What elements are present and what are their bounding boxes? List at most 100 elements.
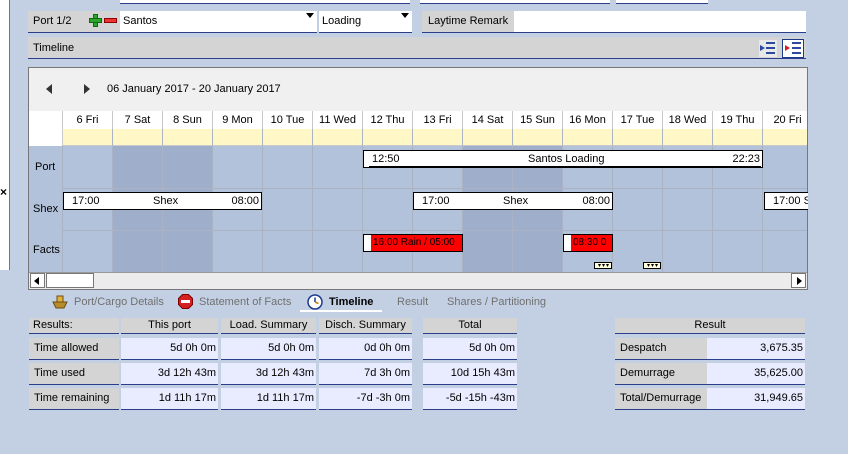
day-header: 15 Sun: [513, 111, 563, 129]
result-box-header: Result: [615, 318, 805, 334]
day-header-strip: [413, 129, 463, 146]
shex-bar[interactable]: 17:00 S: [764, 192, 808, 210]
left-close-icon[interactable]: ×: [0, 186, 8, 198]
timeline-nav-prev-icon[interactable]: [46, 84, 52, 94]
shex-bar-start: 17:00: [422, 195, 450, 207]
results-total-cell: -5d -15h -43m: [423, 388, 517, 410]
operation-select[interactable]: Loading: [319, 11, 412, 33]
laytime-remark-input[interactable]: [514, 11, 806, 33]
day-header: 18 Wed: [663, 111, 713, 129]
port-bar-start: 12:50: [372, 153, 400, 165]
results-row-label: Time remaining: [29, 388, 119, 410]
results-value-cell: 7d 3h 0m: [319, 363, 412, 385]
result-box-value: 31,949.65: [707, 388, 805, 410]
expand-fact-icon[interactable]: [594, 262, 612, 269]
port-name-select[interactable]: Santos: [120, 11, 317, 33]
timeline-title: Timeline: [33, 42, 75, 54]
results-col-header: Disch. Summary: [319, 318, 412, 334]
operation-dropdown-arrow-icon[interactable]: [401, 13, 409, 18]
active-tab-underline: [300, 310, 382, 312]
expand-fact-icon[interactable]: [643, 262, 661, 269]
results-col-header: This port: [121, 318, 218, 334]
row-divider: [29, 230, 807, 231]
port-dropdown-arrow-icon[interactable]: [306, 13, 314, 18]
fact-bar[interactable]: 08:30 0: [563, 234, 613, 252]
port-bar-label: Santos Loading: [528, 153, 605, 165]
tab-bar: Port/Cargo Details Statement of Facts Ti…: [0, 294, 848, 310]
timeline-date-range: 06 January 2017 - 20 January 2017: [107, 83, 281, 95]
left-window-edge: [0, 0, 10, 270]
day-header: 12 Thu: [363, 111, 413, 129]
results-value-cell: -7d -3h 0m: [319, 388, 412, 410]
total-header-text: Total: [458, 319, 482, 331]
day-header: 11 Wed: [313, 111, 363, 129]
port-bar-end: 22:23: [732, 153, 760, 165]
day-header: 20 Fri: [763, 111, 807, 129]
day-column: [263, 146, 313, 272]
remove-port-icon[interactable]: [104, 18, 117, 24]
tab-port-cargo[interactable]: Port/Cargo Details: [74, 296, 164, 308]
results-total-cell: 10d 15h 43m: [423, 363, 517, 385]
day-header: 19 Thu: [713, 111, 763, 129]
day-header-strip: [313, 129, 363, 146]
results-total-header: Total: [423, 318, 517, 334]
scroll-right-arrow-icon: [797, 277, 802, 285]
fact-bar-marker: [364, 235, 371, 251]
day-header-strip: [63, 129, 113, 146]
scroll-thumb[interactable]: [46, 273, 94, 288]
fact-bar[interactable]: 16:00 Rain / 05:00: [363, 234, 463, 252]
shex-bar[interactable]: 17:00 Shex 08:00: [413, 192, 613, 210]
laytime-remark-label: Laytime Remark: [428, 15, 509, 27]
day-header: 6 Fri: [63, 111, 113, 129]
day-header: 14 Sat: [463, 111, 513, 129]
day-header: 17 Tue: [613, 111, 663, 129]
fact-bar-text: 08:30 0: [573, 237, 607, 248]
top-field-strip-3: [616, 0, 708, 4]
day-header: 16 Mon: [563, 111, 613, 129]
results-value-cell: 0d 0h 0m: [319, 338, 412, 360]
results-header-label: Results:: [29, 318, 119, 334]
expand-view-icon[interactable]: [782, 39, 804, 58]
scroll-left-arrow-icon: [34, 277, 39, 285]
tab-result[interactable]: Result: [397, 296, 428, 308]
day-header-strip: [213, 129, 263, 146]
result-box-label: Demurrage: [615, 363, 707, 385]
day-header-strip: [363, 129, 413, 146]
result-box-label: Total/Demurrage: [615, 388, 707, 410]
results-row-label: Time used: [29, 363, 119, 385]
result-box-value: 3,675.35: [707, 338, 805, 360]
fact-bar-text: 16:00 Rain / 05:00: [373, 237, 455, 248]
shex-bar-label: Shex: [503, 195, 529, 207]
port-name-value: Santos: [123, 15, 158, 27]
results-col-header: Load. Summary: [221, 318, 316, 334]
timeline-clock-icon: [307, 294, 323, 310]
shex-bar-end: 08:00: [582, 195, 610, 207]
day-header-strip: [563, 129, 613, 146]
day-header-strip: [113, 129, 163, 146]
top-field-strip-2: [420, 0, 610, 4]
results-value-cell: 1d 11h 17m: [121, 388, 218, 410]
row-label-facts: Facts: [33, 244, 60, 256]
col-header-disch-summary: Disch. Summary: [325, 319, 406, 331]
shex-bar[interactable]: 17:00 Shex 08:00: [63, 192, 262, 210]
row-label-header: [29, 111, 63, 146]
operation-value: Loading: [322, 15, 362, 27]
day-header: 9 Mon: [213, 111, 263, 129]
result-box-header-text: Result: [694, 319, 726, 331]
col-header-this-port: This port: [148, 319, 191, 331]
tab-timeline[interactable]: Timeline: [329, 296, 373, 308]
results-total-cell: 5d 0h 0m: [423, 338, 517, 360]
timeline-nav-next-icon[interactable]: [84, 84, 90, 94]
timeline-horizontal-scrollbar[interactable]: [29, 272, 807, 289]
add-port-icon[interactable]: [89, 14, 102, 27]
shex-bar-end: 08:00: [231, 195, 259, 207]
tab-statement-of-facts[interactable]: Statement of Facts: [199, 296, 291, 308]
tab-shares-partitioning[interactable]: Shares / Partitioning: [447, 296, 546, 308]
row-label-shex: Shex: [33, 203, 59, 215]
ship-cargo-icon: [52, 295, 68, 309]
day-header-strip: [763, 129, 807, 146]
day-header-strip: [263, 129, 313, 146]
port-label: Port 1/2: [33, 15, 72, 27]
results-value-cell: 3d 12h 43m: [221, 363, 316, 385]
collapse-view-icon[interactable]: [759, 40, 777, 57]
